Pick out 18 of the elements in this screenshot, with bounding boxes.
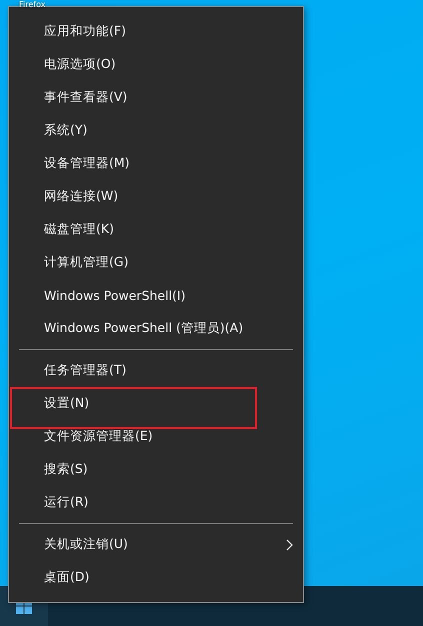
menu-item[interactable]: 关机或注销(U) — [9, 528, 303, 561]
menu-item[interactable]: 磁盘管理(K) — [9, 213, 303, 246]
menu-item[interactable]: 运行(R) — [9, 486, 303, 519]
desktop-icon-label: Firefox — [19, 0, 46, 10]
menu-item[interactable]: 系统(Y) — [9, 114, 303, 147]
menu-item[interactable]: Windows PowerShell (管理员)(A) — [9, 312, 303, 345]
menu-item[interactable]: 文件资源管理器(E) — [9, 420, 303, 453]
menu-item[interactable]: 设备管理器(M) — [9, 147, 303, 180]
menu-item[interactable]: 桌面(D) — [9, 561, 303, 594]
menu-item[interactable]: 应用和功能(F) — [9, 15, 303, 48]
menu-item[interactable]: 计算机管理(G) — [9, 246, 303, 279]
menu-item[interactable]: 设置(N) — [9, 387, 303, 420]
menu-item[interactable]: 任务管理器(T) — [9, 354, 303, 387]
menu-item[interactable]: 搜索(S) — [9, 453, 303, 486]
menu-item[interactable]: Windows PowerShell(I) — [9, 279, 303, 312]
menu-item[interactable]: 网络连接(W) — [9, 180, 303, 213]
menu-item[interactable]: 电源选项(O) — [9, 48, 303, 81]
menu-item[interactable]: 事件查看器(V) — [9, 81, 303, 114]
